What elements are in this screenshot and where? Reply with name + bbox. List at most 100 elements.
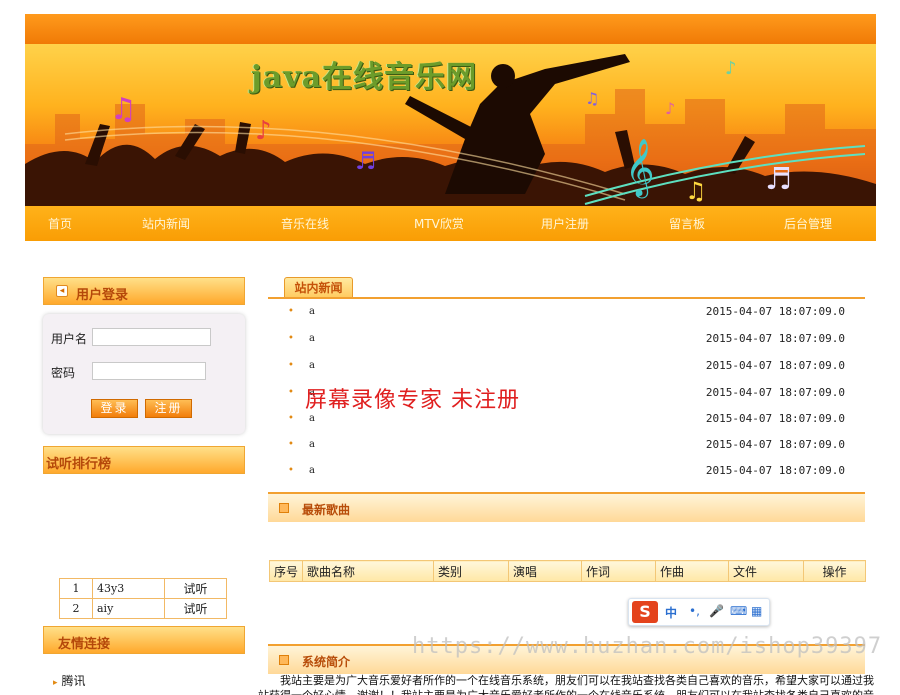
- latest-songs-header: 最新歌曲: [268, 492, 865, 522]
- sogou-logo-icon[interactable]: S: [632, 601, 658, 623]
- news-title[interactable]: a: [309, 360, 315, 371]
- friends-header: 友情连接: [43, 626, 245, 654]
- ranking-song: 43y3: [92, 578, 165, 599]
- password-input[interactable]: [92, 362, 206, 380]
- news-item[interactable]: • a 2015-04-07 18:07:09.0: [288, 359, 848, 375]
- ime-voice-icon[interactable]: 🎤: [709, 604, 724, 618]
- ranking-row: 1 43y3 试听: [59, 578, 227, 599]
- login-header: ◂ 用户登录: [43, 277, 245, 305]
- bullet-icon: •: [288, 360, 294, 371]
- username-label: 用户名: [51, 332, 88, 346]
- col-file: 文件: [728, 560, 804, 582]
- login-form: 用户名 密码 登录 注册: [43, 314, 245, 434]
- ranking-row: 2 aiy 试听: [59, 598, 227, 619]
- news-date: 2015-04-07 18:07:09.0: [705, 332, 845, 345]
- news-title[interactable]: a: [309, 306, 315, 317]
- listen-link[interactable]: 试听: [164, 598, 227, 619]
- col-lyricist: 作词: [581, 560, 656, 582]
- intro-text: 我站主要是为广大音乐爱好者所作的一个在线音乐系统，朋友们可以在我站查找各类自己喜…: [258, 674, 874, 695]
- bullet-icon: •: [288, 387, 294, 398]
- bullet-icon: •: [288, 439, 294, 450]
- site-title: java在线音乐网: [251, 60, 478, 95]
- songs-table-header: 序号 歌曲名称 类别 演唱 作词 作曲 文件 操作: [269, 560, 866, 582]
- bullet-icon: •: [288, 413, 294, 424]
- ranking-table: 1 43y3 试听 2 aiy 试听: [59, 578, 227, 619]
- bullet-icon: •: [288, 306, 294, 317]
- news-date: 2015-04-07 18:07:09.0: [705, 464, 845, 477]
- ranking-number: 2: [59, 598, 93, 619]
- register-button[interactable]: 注册: [145, 399, 192, 418]
- svg-text:♫: ♫: [110, 92, 137, 127]
- friend-link-label: 腾讯: [61, 674, 86, 688]
- password-label: 密码: [51, 366, 76, 380]
- bullet-icon: •: [288, 333, 294, 344]
- news-date: 2015-04-07 18:07:09.0: [705, 412, 845, 425]
- col-composer: 作曲: [655, 560, 729, 582]
- svg-text:♪: ♪: [255, 116, 272, 146]
- latest-songs-title: 最新歌曲: [302, 503, 351, 517]
- nav-music-online[interactable]: 音乐在线: [281, 215, 329, 232]
- news-title[interactable]: a: [309, 465, 315, 476]
- col-song-name: 歌曲名称: [302, 560, 434, 582]
- tab-news[interactable]: 站内新闻: [284, 277, 353, 298]
- ime-keyboard-icon[interactable]: ⌨: [730, 604, 747, 618]
- recorder-watermark: 屏幕录像专家 未注册: [305, 388, 520, 413]
- news-item[interactable]: • a 2015-04-07 18:07:09.0: [288, 332, 848, 348]
- banner: ♫ ♪ ♬ 𝄞 ♫ ♬ ♪ ♫ ♪ java在线音乐网: [25, 44, 876, 206]
- news-title[interactable]: a: [309, 333, 315, 344]
- svg-text:♫: ♫: [585, 89, 599, 108]
- svg-text:♪: ♪: [725, 58, 737, 79]
- bullet-icon: •: [288, 465, 294, 476]
- ranking-song: aiy: [92, 598, 165, 619]
- nav-news[interactable]: 站内新闻: [142, 215, 190, 232]
- friends-title: 友情连接: [58, 637, 111, 652]
- ranking-header: 试听排行榜: [43, 446, 245, 474]
- login-icon: ◂: [56, 285, 68, 297]
- news-date: 2015-04-07 18:07:09.0: [705, 305, 845, 318]
- news-date: 2015-04-07 18:07:09.0: [705, 386, 845, 399]
- ime-toolbox-icon[interactable]: ▦: [751, 604, 762, 618]
- svg-text:♪: ♪: [665, 99, 675, 118]
- nav-register[interactable]: 用户注册: [541, 215, 589, 232]
- nav-mtv[interactable]: MTV欣赏: [414, 215, 464, 232]
- listen-link[interactable]: 试听: [164, 578, 227, 599]
- ime-chinese-icon[interactable]: 中: [665, 604, 677, 621]
- ime-toolbar[interactable]: S 中 •, 🎤 ⌨ ▦: [628, 598, 770, 626]
- news-date: 2015-04-07 18:07:09.0: [705, 359, 845, 372]
- login-title: 用户登录: [76, 288, 129, 303]
- ime-punct-icon[interactable]: •,: [689, 604, 700, 618]
- news-title[interactable]: a: [309, 413, 315, 424]
- top-bar: [25, 14, 876, 44]
- left-sidebar: ◂ 用户登录 用户名 密码 登录 注册 试听排行榜 1 43y3 试听 2 ai…: [37, 270, 251, 695]
- news-item[interactable]: • a 2015-04-07 18:07:09.0: [288, 464, 848, 480]
- col-category: 类别: [433, 560, 509, 582]
- svg-text:♫: ♫: [685, 177, 707, 205]
- section-icon: [279, 503, 289, 513]
- ranking-title: 试听排行榜: [46, 457, 112, 472]
- login-button[interactable]: 登录: [91, 399, 138, 418]
- svg-text:𝄞: 𝄞: [625, 138, 655, 199]
- friend-link[interactable]: ▸ 腾讯: [53, 672, 86, 689]
- nav-admin[interactable]: 后台管理: [784, 215, 832, 232]
- bullet-icon: ▸: [53, 678, 58, 688]
- site-header: ♫ ♪ ♬ 𝄞 ♫ ♬ ♪ ♫ ♪ java在线音乐网 首页 站内新闻 音乐在线…: [25, 14, 876, 241]
- main-nav: 首页 站内新闻 音乐在线 MTV欣赏 用户注册 留言板 后台管理: [25, 206, 876, 241]
- col-index: 序号: [269, 560, 303, 582]
- svg-text:♬: ♬: [355, 147, 377, 175]
- news-date: 2015-04-07 18:07:09.0: [705, 438, 845, 451]
- svg-text:♬: ♬: [765, 162, 792, 197]
- site-watermark: https://www.huzhan.com/ishop39397: [412, 634, 883, 659]
- news-divider: [268, 297, 865, 299]
- nav-guestbook[interactable]: 留言板: [669, 215, 705, 232]
- ranking-number: 1: [59, 578, 93, 599]
- songs-table: 序号 歌曲名称 类别 演唱 作词 作曲 文件 操作: [269, 560, 866, 582]
- news-item[interactable]: • a 2015-04-07 18:07:09.0: [288, 305, 848, 321]
- news-item[interactable]: • a 2015-04-07 18:07:09.0: [288, 438, 848, 454]
- col-singer: 演唱: [508, 560, 582, 582]
- username-input[interactable]: [92, 328, 211, 346]
- news-item[interactable]: • a 2015-04-07 18:07:09.0: [288, 412, 848, 428]
- nav-home[interactable]: 首页: [48, 215, 72, 232]
- col-action: 操作: [803, 560, 866, 582]
- intro-title: 系统简介: [302, 655, 351, 669]
- news-title[interactable]: a: [309, 439, 315, 450]
